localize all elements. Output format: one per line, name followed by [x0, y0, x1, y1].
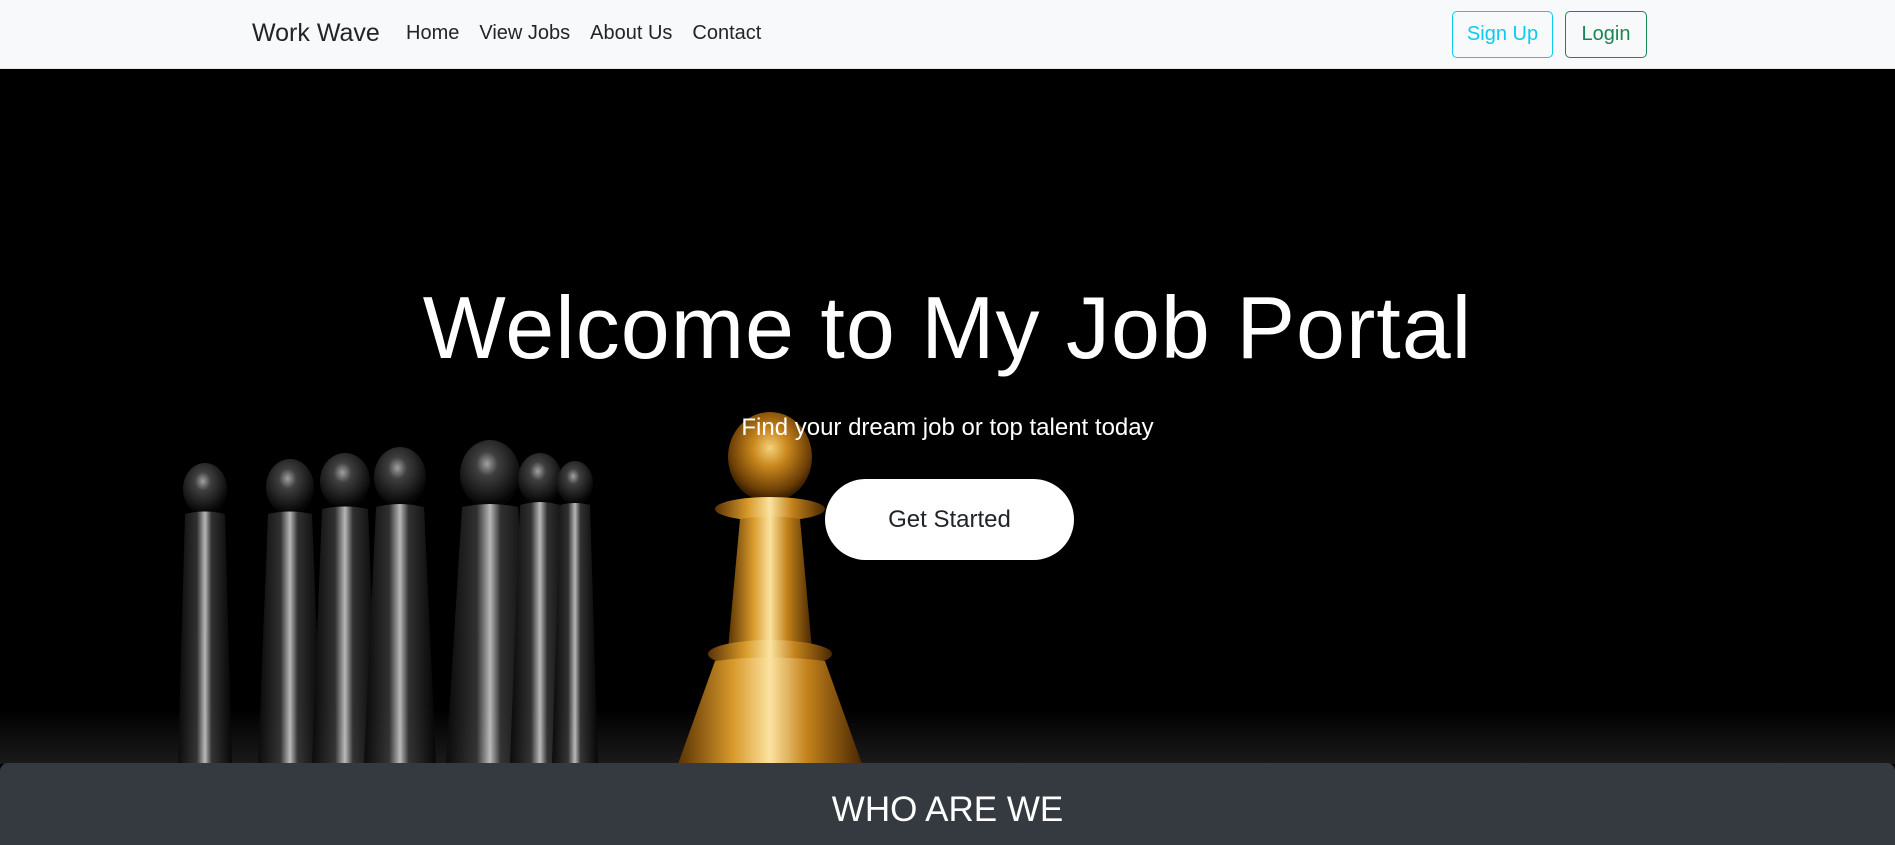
brand-logo[interactable]: Work Wave [252, 19, 380, 48]
hero-title: Welcome to My Job Portal [422, 278, 1473, 377]
nav-link-about-us[interactable]: About Us [590, 22, 672, 45]
nav-link-view-jobs[interactable]: View Jobs [479, 22, 570, 45]
top-navbar: Work Wave Home View Jobs About Us Contac… [0, 0, 1895, 69]
get-started-button[interactable]: Get Started [825, 479, 1074, 560]
about-section-title: WHO ARE WE [831, 790, 1064, 829]
hero-subtitle: Find your dream job or top talent today [741, 414, 1154, 441]
signup-button[interactable]: Sign Up [1452, 11, 1553, 58]
nav-link-contact[interactable]: Contact [692, 22, 761, 45]
login-button[interactable]: Login [1565, 11, 1647, 58]
nav-links: Home View Jobs About Us Contact [406, 22, 761, 45]
about-section: WHO ARE WE [0, 763, 1895, 845]
hero-section: Welcome to My Job Portal Find your dream… [0, 69, 1895, 764]
nav-link-home[interactable]: Home [406, 22, 459, 45]
